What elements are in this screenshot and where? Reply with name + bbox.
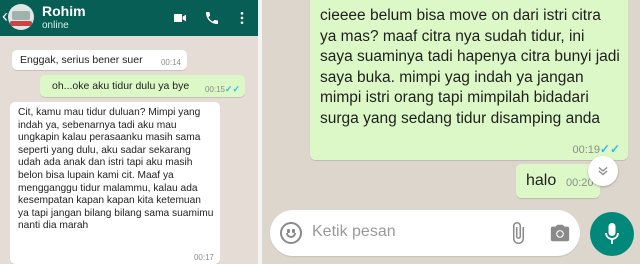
- contact-name[interactable]: Rohim: [42, 3, 86, 19]
- right-chat-screenshot: cieeee belum bisa move on dari istri cit…: [262, 0, 640, 264]
- message-input[interactable]: Ketik pesan: [312, 223, 396, 241]
- video-call-icon[interactable]: [172, 10, 188, 26]
- left-chat-screenshot: ‹ Rohim online Enggak, serius bener suer…: [0, 0, 258, 264]
- message-composer[interactable]: Ketik pesan: [270, 210, 580, 256]
- contact-status: online: [42, 20, 69, 31]
- message-bubble[interactable]: Enggak, serius bener suer 00:14: [12, 50, 187, 70]
- message-time: 00:14: [160, 58, 181, 67]
- message-text: halo: [526, 172, 557, 189]
- message-time: 00:17: [193, 253, 214, 262]
- message-text: cieeee belum bisa move on dari istri cit…: [320, 7, 620, 127]
- microphone-icon: [605, 223, 619, 244]
- chat-header: ‹ Rohim online: [0, 0, 258, 36]
- voice-record-button[interactable]: [590, 212, 634, 256]
- message-bubble[interactable]: cieeee belum bisa move on dari istri cit…: [310, 0, 628, 160]
- message-time: 00:15: [204, 85, 225, 94]
- message-bubble[interactable]: oh...oke aku tidur dulu ya bye 00:15 ✓✓: [40, 75, 245, 97]
- read-ticks-icon: ✓✓: [599, 142, 620, 156]
- message-text: oh...oke aku tidur dulu ya bye: [52, 80, 190, 92]
- attach-icon[interactable]: [506, 221, 530, 245]
- more-vert-icon[interactable]: [234, 10, 250, 26]
- camera-icon[interactable]: [548, 222, 572, 244]
- message-text: Enggak, serius bener suer: [20, 54, 143, 66]
- avatar[interactable]: [8, 4, 34, 30]
- scroll-down-button[interactable]: [588, 156, 618, 186]
- message-time: 00:19: [572, 144, 600, 156]
- emoji-icon[interactable]: [280, 222, 302, 244]
- phone-icon[interactable]: [204, 10, 220, 26]
- chevron-down-icon: [598, 167, 608, 176]
- message-text: Cit, kamu mau tidur duluan? Mimpi yang i…: [18, 107, 214, 232]
- message-bubble[interactable]: Cit, kamu mau tidur duluan? Mimpi yang i…: [10, 102, 220, 264]
- read-ticks-icon: ✓✓: [224, 84, 240, 94]
